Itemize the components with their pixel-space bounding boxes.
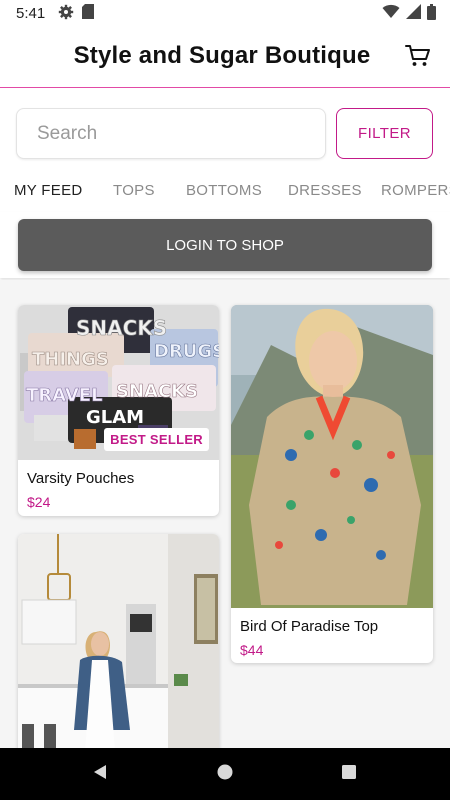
tab-tops[interactable]: TOPS [113, 182, 155, 199]
recents-icon [341, 764, 357, 785]
tab-rompers[interactable]: ROMPERS [381, 182, 450, 199]
product-feed: SNACKS THINGS DRUGS TRAVEL SNACKS GLAM B… [0, 280, 450, 748]
back-icon [91, 763, 109, 786]
search-input[interactable] [16, 108, 326, 159]
product-photo-model-kitchen [18, 534, 219, 748]
tab-bottoms[interactable]: BOTTOMS [186, 182, 262, 199]
status-time: 5:41 [16, 5, 46, 22]
battery-icon [427, 3, 436, 25]
tab-my-feed[interactable]: MY FEED [14, 182, 83, 199]
login-bar: LOGIN TO SHOP [0, 212, 450, 278]
login-to-shop-button[interactable]: LOGIN TO SHOP [18, 219, 432, 271]
product-card-kitchen[interactable] [18, 534, 219, 748]
pouch-label: TRAVEL [26, 385, 103, 406]
product-price: $44 [240, 642, 264, 658]
status-bar: 5:41 [0, 0, 450, 28]
product-price: $24 [27, 494, 51, 510]
system-nav-bar [0, 748, 450, 800]
product-name: Bird Of Paradise Top [240, 618, 379, 635]
recents-button[interactable] [337, 762, 361, 786]
home-icon [216, 763, 234, 786]
tab-dresses[interactable]: DRESSES [288, 182, 362, 199]
sd-card-icon [82, 4, 94, 24]
app-title: Style and Sugar Boutique [73, 42, 371, 69]
pouch-label: SNACKS [76, 316, 167, 340]
product-card-bird-of-paradise-top[interactable]: Bird Of Paradise Top $44 [231, 305, 433, 663]
pouch-label: SNACKS [116, 381, 198, 402]
product-name: Varsity Pouches [27, 470, 135, 487]
filter-button[interactable]: FILTER [336, 108, 433, 159]
product-photo-model-top [231, 305, 433, 608]
home-button[interactable] [213, 762, 237, 786]
app-header: Style and Sugar Boutique [0, 28, 450, 88]
cart-button[interactable] [404, 44, 432, 72]
pouch-label: GLAM [86, 407, 144, 428]
best-seller-badge: BEST SELLER [104, 428, 209, 451]
product-card-varsity-pouches[interactable]: SNACKS THINGS DRUGS TRAVEL SNACKS GLAM B… [18, 305, 219, 516]
cart-icon [405, 44, 431, 73]
pouch-label: THINGS [32, 349, 109, 370]
signal-icon [406, 4, 421, 24]
gear-icon [58, 4, 74, 25]
back-button[interactable] [88, 762, 112, 786]
pouch-label: DRUGS [154, 341, 219, 362]
wifi-icon [382, 4, 400, 24]
